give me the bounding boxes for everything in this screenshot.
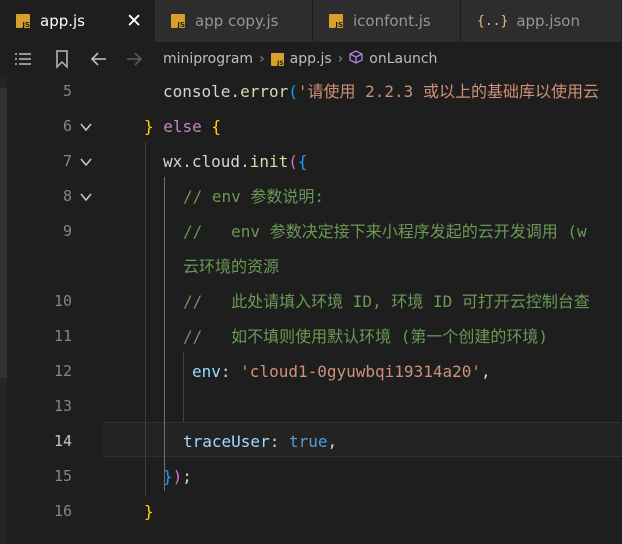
line-number: 8: [62, 187, 72, 205]
line-number: 5: [62, 82, 72, 100]
code-token: 云环境的资源: [183, 257, 280, 276]
list-icon[interactable]: [13, 49, 33, 69]
code-token: 'cloud1-0gyuwbqi19314a20': [240, 362, 481, 381]
code-line[interactable]: 7 wx.cloud.init({: [0, 144, 622, 179]
close-icon[interactable]: ✕: [126, 11, 142, 31]
code-line[interactable]: 11 // 如不填则使用默认环境 (第一个创建的环境): [0, 319, 622, 354]
line-number: 14: [53, 432, 72, 450]
code-token: ,: [327, 432, 338, 451]
js-file-icon: [270, 52, 284, 67]
code-token: traceUser: [183, 432, 270, 451]
tab-app-copy-js[interactable]: app copy.js: [155, 0, 313, 42]
code-token: {: [201, 117, 222, 136]
line-number: 16: [53, 502, 72, 520]
code-token: }: [144, 502, 154, 521]
code-token: console.: [163, 82, 241, 101]
code-line[interactable]: 14 traceUser: true,: [0, 424, 622, 459]
code-text: wx.cloud.init({: [163, 144, 308, 179]
code-line[interactable]: 12 env: 'cloud1-0gyuwbqi19314a20',: [0, 354, 622, 389]
code-token: (: [288, 152, 298, 171]
fold-chevron-icon[interactable]: [79, 179, 93, 214]
code-token: }: [144, 117, 164, 136]
code-token: :: [220, 362, 241, 381]
fold-chevron-icon[interactable]: [79, 144, 93, 179]
editor-tab-bar: app.js ✕ app copy.js iconfont.js {..} ap…: [0, 0, 622, 42]
tab-label: app copy.js: [195, 12, 279, 30]
code-line[interactable]: 云环境的资源: [0, 249, 622, 284]
code-text: // 此处请填入环境 ID, 环境 ID 可打开云控制台查: [183, 284, 590, 319]
forward-arrow-icon[interactable]: [124, 49, 144, 69]
line-number: 9: [62, 222, 72, 240]
tab-label: app.js: [40, 12, 85, 30]
line-number: 7: [62, 152, 72, 170]
line-number: 15: [53, 467, 72, 485]
code-text: 云环境的资源: [183, 249, 279, 284]
code-line[interactable]: 10 // 此处请填入环境 ID, 环境 ID 可打开云控制台查: [0, 284, 622, 319]
code-token: ,: [481, 362, 491, 381]
tab-iconfont-js[interactable]: iconfont.js: [313, 0, 461, 42]
editor-toolbar: miniprogram › app.js › onLaunch: [0, 42, 622, 76]
chevron-right-icon: ›: [337, 51, 344, 67]
code-token: // env 参数决定接下来小程序发起的云开发调用 (w: [183, 222, 587, 241]
code-line[interactable]: 5 console.error('请使用 2.2.3 或以上的基础库以使用云: [0, 74, 622, 109]
tab-app-json[interactable]: {..} app.json: [461, 0, 622, 42]
code-text: // env 参数决定接下来小程序发起的云开发调用 (w: [183, 214, 587, 249]
code-line[interactable]: 9 // env 参数决定接下来小程序发起的云开发调用 (w: [0, 214, 622, 249]
code-token: '请使用 2.2.3 或以上的基础库以使用云: [297, 82, 599, 101]
code-token: ;: [182, 467, 192, 486]
code-token: // env 参数说明:: [183, 187, 325, 206]
code-token: {: [297, 152, 308, 171]
code-text: traceUser: true,: [183, 424, 337, 459]
tab-label: iconfont.js: [353, 12, 431, 30]
code-token: // 如不填则使用默认环境 (第一个创建的环境): [183, 327, 549, 346]
code-text: });: [163, 459, 192, 494]
code-token: else: [163, 117, 202, 136]
js-file-icon: [16, 14, 30, 29]
code-token: init: [249, 152, 289, 171]
code-line[interactable]: 8 // env 参数说明:: [0, 179, 622, 214]
code-token: true: [288, 432, 328, 451]
code-token: :: [269, 432, 289, 451]
js-file-icon: [329, 14, 343, 29]
breadcrumb: miniprogram › app.js › onLaunch: [163, 42, 437, 76]
method-cube-icon: [349, 50, 363, 68]
chevron-right-icon: ›: [259, 51, 265, 67]
bookmark-icon[interactable]: [52, 49, 72, 69]
js-file-icon: [171, 14, 185, 29]
code-token: error: [240, 82, 289, 101]
code-token: // 此处请填入环境 ID, 环境 ID 可打开云控制台查: [183, 292, 590, 311]
line-number: 12: [53, 362, 72, 380]
code-text: }: [144, 494, 154, 529]
line-number: 11: [53, 327, 72, 345]
code-line[interactable]: 13: [0, 389, 622, 424]
code-text: } else {: [144, 109, 221, 144]
breadcrumb-file[interactable]: app.js: [290, 51, 332, 67]
code-text: env: 'cloud1-0gyuwbqi19314a20',: [192, 354, 491, 389]
code-token: (: [288, 82, 298, 101]
line-number: 13: [53, 397, 72, 415]
code-line[interactable]: 16}: [0, 494, 622, 529]
code-line[interactable]: 6} else {: [0, 109, 622, 144]
code-text: // env 参数说明:: [183, 179, 324, 214]
code-token: ): [172, 467, 183, 486]
breadcrumb-folder[interactable]: miniprogram: [163, 51, 253, 67]
code-token: env: [192, 362, 221, 381]
code-line[interactable]: 15});: [0, 459, 622, 494]
line-number: 6: [62, 117, 72, 135]
code-token: wx.cloud.: [163, 152, 250, 171]
fold-chevron-icon[interactable]: [79, 109, 93, 144]
line-number: 10: [53, 292, 72, 310]
back-arrow-icon[interactable]: [89, 49, 109, 69]
code-text: // 如不填则使用默认环境 (第一个创建的环境): [183, 319, 548, 354]
code-token: }: [163, 467, 173, 486]
tab-app-js[interactable]: app.js ✕: [0, 0, 155, 42]
breadcrumb-symbol[interactable]: onLaunch: [369, 51, 437, 67]
tab-label: app.json: [516, 12, 580, 30]
code-text: console.error('请使用 2.2.3 或以上的基础库以使用云: [163, 74, 599, 109]
json-file-icon: {..}: [477, 13, 509, 29]
